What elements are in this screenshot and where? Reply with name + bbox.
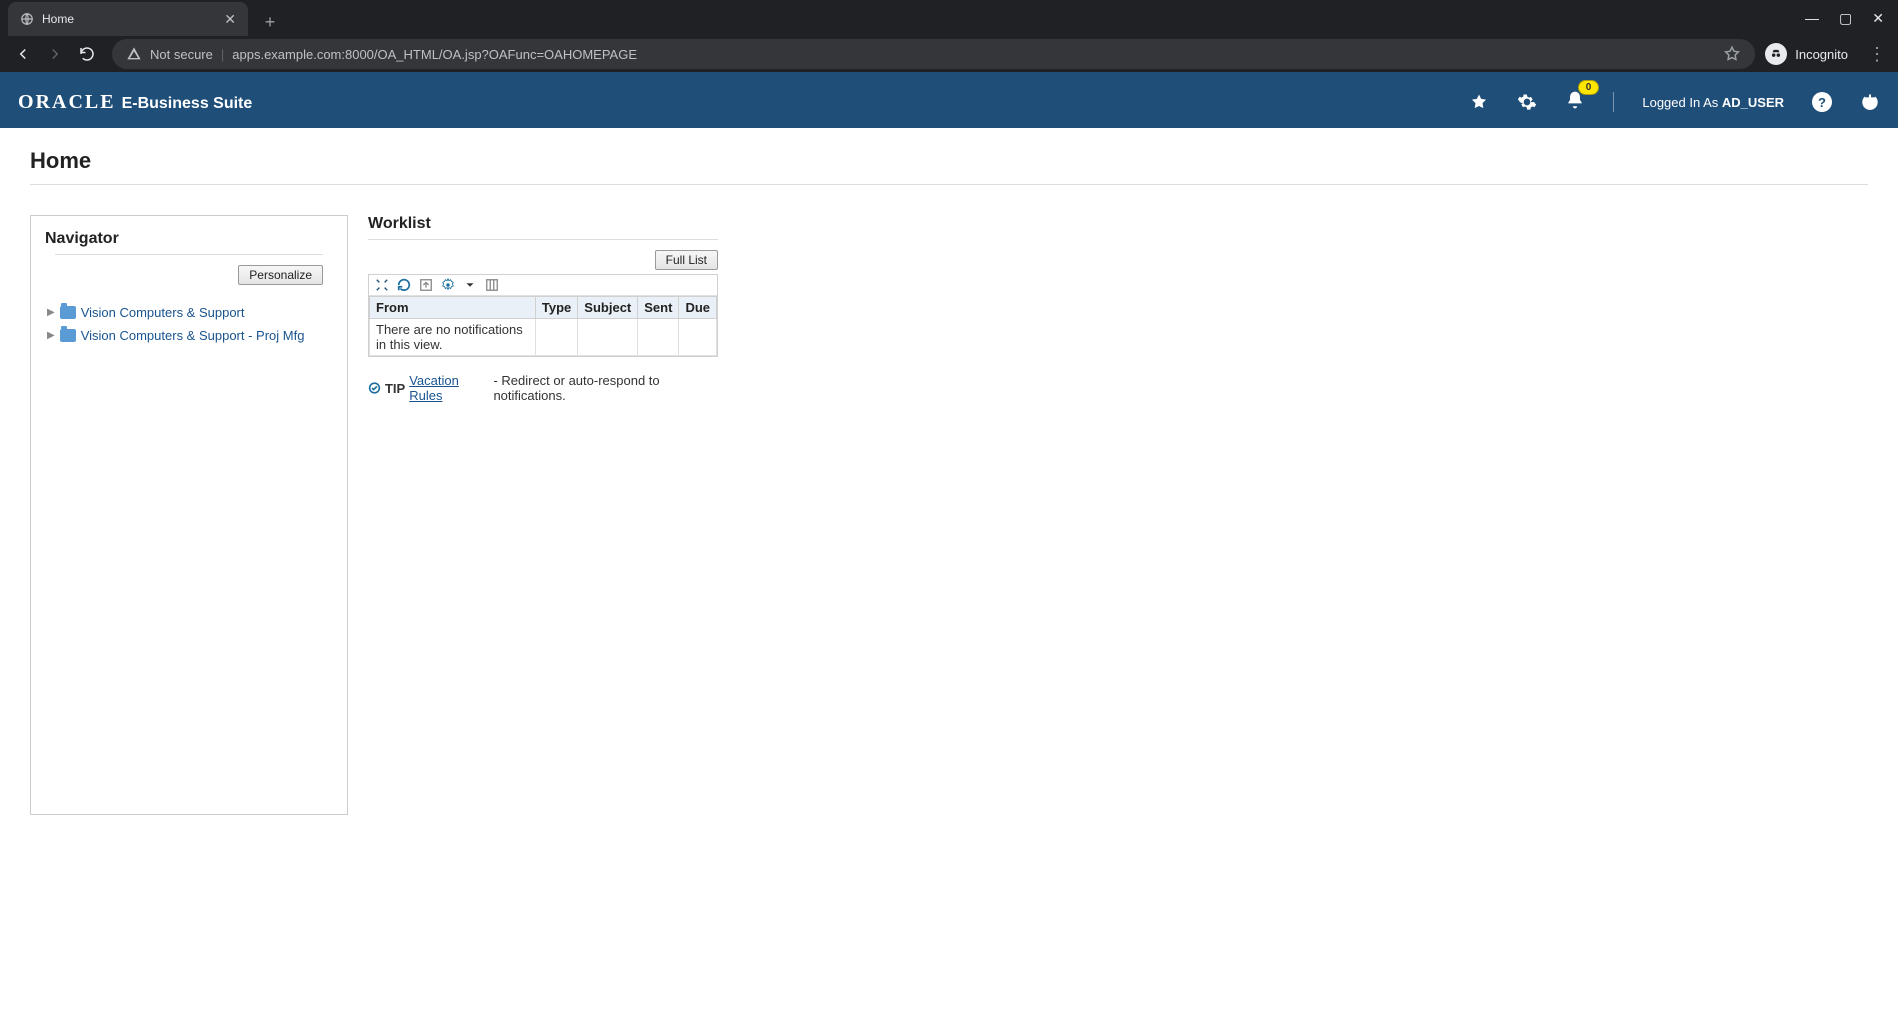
full-list-row: Full List [368,250,718,270]
dropdown-caret-icon[interactable] [463,278,477,292]
expand-icon[interactable]: ▶ [47,330,55,341]
forward-icon[interactable] [46,45,64,63]
incognito-label: Incognito [1795,47,1848,62]
tip-check-icon [368,381,381,395]
url-divider: | [221,47,224,62]
layout: Navigator Personalize ▶ Vision Computers… [30,215,1868,815]
power-icon[interactable] [1860,92,1880,112]
brand-oracle: ORACLE [18,91,116,114]
worklist-panel: Worklist Full List [368,215,718,403]
table-header-row: From Type Subject Sent Due [370,297,717,319]
browser-chrome: Home ✕ + — ▢ ✕ Not secure | apps.example… [0,0,1898,72]
worklist-table: From Type Subject Sent Due There are no … [369,296,717,356]
favorites-star-icon[interactable] [1469,92,1489,112]
page: Home Navigator Personalize ▶ Vision Comp… [8,134,1890,829]
worklist-rule [368,239,718,240]
logged-in-text: Logged In As AD_USER [1642,95,1784,110]
notification-badge: 0 [1578,80,1600,95]
browser-menu-icon[interactable]: ⋮ [1864,44,1890,65]
back-icon[interactable] [14,45,32,63]
url-box[interactable]: Not secure | apps.example.com:8000/OA_HT… [112,39,1755,69]
folder-icon [60,306,76,319]
navigator-link[interactable]: Vision Computers & Support - Proj Mfg [81,328,305,343]
incognito-icon [1765,43,1787,65]
settings-gear-icon[interactable] [1517,92,1537,112]
col-from[interactable]: From [370,297,536,319]
browser-tab[interactable]: Home ✕ [8,2,248,36]
full-list-button[interactable]: Full List [655,250,718,270]
personalize-button[interactable]: Personalize [238,265,323,285]
minimize-icon[interactable]: — [1805,10,1819,27]
brand: ORACLE E-Business Suite [18,91,252,114]
content-pad: Home Navigator Personalize ▶ Vision Comp… [0,128,1898,829]
maximize-icon[interactable]: ▢ [1839,10,1852,27]
table-row-empty: There are no notifications in this view. [370,319,717,356]
worklist-toolbar [369,275,717,296]
columns-icon[interactable] [485,278,499,292]
help-icon[interactable]: ? [1812,92,1832,112]
col-subject[interactable]: Subject [578,297,638,319]
address-bar: Not secure | apps.example.com:8000/OA_HT… [0,36,1898,72]
bookmark-star-icon[interactable] [1723,45,1741,63]
nav-icons [8,45,102,63]
tip-suffix: - Redirect or auto-respond to notificati… [493,373,718,403]
close-window-icon[interactable]: ✕ [1872,10,1884,27]
app-header: ORACLE E-Business Suite 0 Logged In As A… [0,76,1898,128]
reload-icon[interactable] [78,45,96,63]
worklist-table-wrap: From Type Subject Sent Due There are no … [368,274,718,357]
settings-gear-icon[interactable] [441,278,455,292]
tab-bar: Home ✕ + — ▢ ✕ [0,0,1898,36]
navigator-rule [55,254,323,255]
tip-row: TIP Vacation Rules - Redirect or auto-re… [368,373,718,403]
brand-suite: E-Business Suite [122,95,253,113]
col-type[interactable]: Type [535,297,577,319]
navigator-item[interactable]: ▶ Vision Computers & Support [45,301,333,324]
expand-all-icon[interactable] [375,278,389,292]
col-sent[interactable]: Sent [638,297,679,319]
header-divider [1613,92,1614,112]
close-tab-icon[interactable]: ✕ [224,11,236,28]
not-secure-label: Not secure [150,47,213,62]
refresh-icon[interactable] [397,278,411,292]
worklist-title: Worklist [368,215,718,233]
navigator-link[interactable]: Vision Computers & Support [81,305,245,320]
window-controls: — ▢ ✕ [1805,10,1898,27]
col-due[interactable]: Due [679,297,717,319]
tab-title: Home [42,12,74,26]
vacation-rules-link[interactable]: Vacation Rules [409,373,489,403]
expand-icon[interactable]: ▶ [47,307,55,318]
empty-message-cell: There are no notifications in this view. [370,319,536,356]
url-text: apps.example.com:8000/OA_HTML/OA.jsp?OAF… [232,47,637,62]
export-icon[interactable] [419,278,433,292]
page-title: Home [30,148,1868,185]
navigator-title: Navigator [45,230,333,248]
incognito-indicator: Incognito [1765,43,1854,65]
header-right: 0 Logged In As AD_USER ? [1469,90,1880,115]
folder-icon [60,329,76,342]
app-area: ORACLE E-Business Suite 0 Logged In As A… [0,72,1898,829]
tip-label: TIP [385,381,405,396]
personalize-row: Personalize [45,265,323,285]
navigator-item[interactable]: ▶ Vision Computers & Support - Proj Mfg [45,324,333,347]
logged-in-user: AD_USER [1722,95,1784,110]
new-tab-button[interactable]: + [256,8,284,36]
logged-in-prefix: Logged In As [1642,95,1722,110]
not-secure-icon [126,46,142,62]
notifications-bell[interactable]: 0 [1565,90,1585,115]
navigator-panel: Navigator Personalize ▶ Vision Computers… [30,215,348,815]
globe-icon [20,12,34,26]
